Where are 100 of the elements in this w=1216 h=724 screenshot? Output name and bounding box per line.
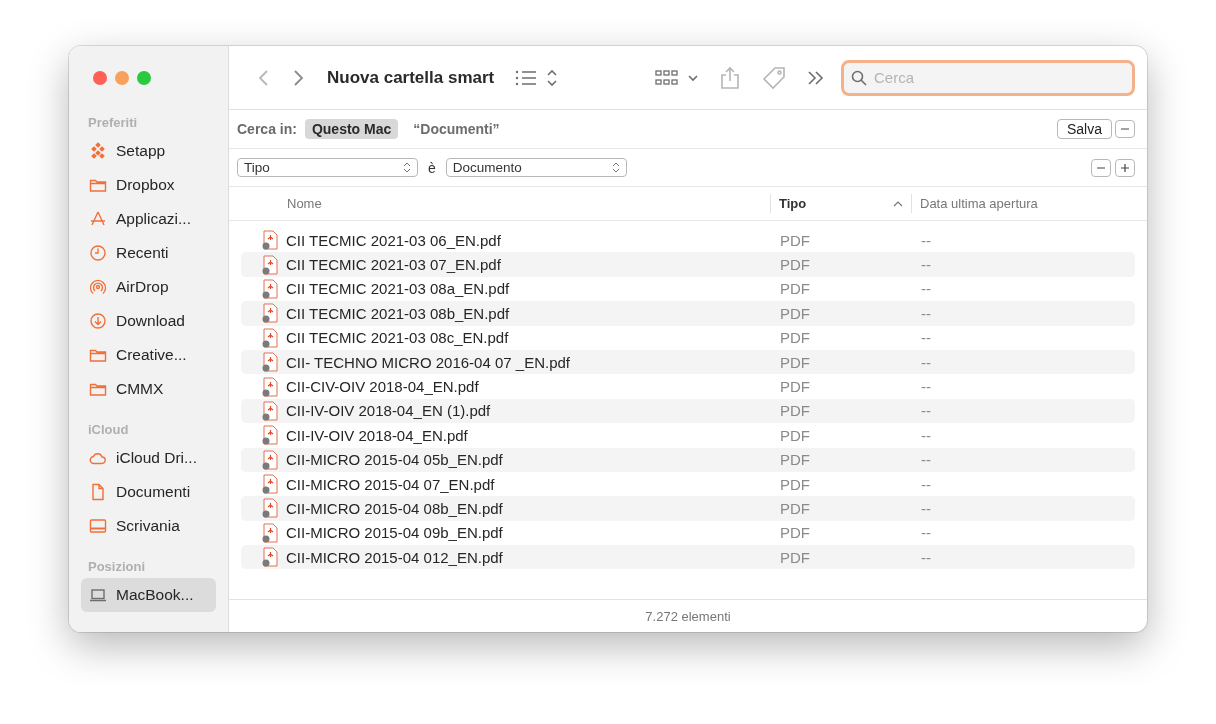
file-type: PDF: [780, 256, 810, 274]
file-name[interactable]: CII TECMIC 2021-03 08b_EN.pdf: [286, 304, 510, 322]
save-button[interactable]: Salva: [1056, 119, 1112, 139]
sidebar-item[interactable]: Scrivania: [81, 509, 216, 543]
sidebar-heading: iCloud: [87, 421, 130, 439]
sidebar-item[interactable]: Setapp: [81, 134, 216, 168]
file-type: PDF: [780, 475, 810, 493]
file-name[interactable]: CII-MICRO 2015-04 012_EN.pdf: [286, 548, 503, 566]
file-type: PDF: [780, 451, 810, 469]
file-name[interactable]: CII TECMIC 2021-03 08a_EN.pdf: [286, 280, 510, 298]
pdf-file-icon: [261, 522, 279, 543]
last-opened-date: --: [921, 329, 931, 347]
app-store-icon: [89, 210, 107, 228]
search-field[interactable]: Cerca: [841, 59, 1135, 96]
sidebar-item[interactable]: Applicazi...: [81, 202, 216, 236]
remove-button[interactable]: [1115, 120, 1135, 138]
back-icon[interactable]: [257, 67, 271, 88]
zoom-button[interactable]: [137, 71, 151, 85]
sidebar-item[interactable]: Documenti: [81, 475, 216, 509]
plus-icon: [1120, 162, 1130, 173]
file-type: PDF: [780, 280, 810, 298]
sidebar-item[interactable]: MacBook...: [81, 578, 216, 612]
column-header[interactable]: Tipo: [771, 194, 912, 213]
file-type: PDF: [780, 402, 810, 420]
pdf-file-icon: [261, 376, 279, 397]
sidebar-item[interactable]: Dropbox: [81, 168, 216, 202]
sidebar-item[interactable]: iCloud Dri...: [81, 441, 216, 475]
last-opened-date: --: [921, 426, 931, 444]
forward-icon[interactable]: [291, 67, 305, 88]
scope-label: Cerca in:: [237, 121, 297, 137]
file-type: PDF: [780, 329, 810, 347]
file-type: PDF: [780, 426, 810, 444]
file-type: PDF: [780, 304, 810, 322]
file-name[interactable]: CII-MICRO 2015-04 08b_EN.pdf: [286, 500, 503, 517]
share-icon[interactable]: [719, 65, 741, 90]
last-opened-date: --: [921, 500, 931, 517]
column-header[interactable]: Data ultima apertura: [912, 187, 1147, 220]
sidebar-item[interactable]: Download: [81, 304, 216, 338]
up-down-arrows-icon: [611, 162, 620, 173]
file-name[interactable]: CII-IV-OIV 2018-04_EN.pdf: [286, 426, 468, 444]
file-name[interactable]: CII-MICRO 2015-04 07_EN.pdf: [286, 475, 495, 493]
scope-option[interactable]: “Documenti”: [406, 119, 507, 139]
scope-option[interactable]: Questo Mac: [304, 119, 399, 139]
item-count: 7.272 elementi: [645, 608, 731, 624]
file-type: PDF: [780, 353, 810, 371]
file-name[interactable]: CII TECMIC 2021-03 06_EN.pdf: [286, 231, 501, 249]
up-down-arrows-icon: [403, 162, 411, 173]
pdf-file-icon: [261, 230, 279, 251]
last-opened-date: --: [921, 280, 931, 298]
file-name[interactable]: CII-MICRO 2015-04 05b_EN.pdf: [286, 451, 503, 469]
diamond-grid-icon: [89, 142, 107, 160]
last-opened-date: --: [921, 548, 931, 566]
last-opened-date: --: [921, 475, 931, 493]
pdf-file-icon: [261, 425, 279, 446]
clock-icon: [89, 244, 107, 262]
minimize-button[interactable]: [115, 71, 129, 85]
file-name[interactable]: CII-IV-OIV 2018-04_EN (1).pdf: [286, 402, 491, 420]
airdrop-icon: [89, 278, 107, 296]
last-opened-date: --: [921, 256, 931, 274]
file-type: PDF: [780, 500, 810, 517]
file-name[interactable]: CII TECMIC 2021-03 08c_EN.pdf: [286, 329, 509, 347]
sidebar-item[interactable]: AirDrop: [81, 270, 216, 304]
tag-icon[interactable]: [761, 65, 787, 90]
file-name[interactable]: CII-CIV-OIV 2018-04_EN.pdf: [286, 378, 479, 396]
file-type: PDF: [780, 524, 810, 542]
column-header[interactable]: Nome: [229, 194, 771, 213]
attribute-dropdown[interactable]: Tipo: [237, 158, 418, 177]
sidebar-item[interactable]: Creative...: [81, 338, 216, 372]
file-name[interactable]: CII-MICRO 2015-04 09b_EN.pdf: [286, 524, 503, 542]
pdf-file-icon: [261, 474, 279, 495]
search-icon: [851, 69, 867, 86]
last-opened-date: --: [921, 304, 931, 322]
download-icon: [89, 312, 107, 330]
more-icon[interactable]: [807, 69, 825, 86]
file-name[interactable]: CII- TECHNO MICRO 2016-04 07 _EN.pdf: [286, 353, 570, 371]
group-icon[interactable]: [655, 67, 699, 88]
sort-ascending-icon: [893, 199, 903, 208]
pdf-file-icon: [261, 327, 279, 348]
close-button[interactable]: [93, 71, 107, 85]
operator-label: è: [428, 159, 436, 176]
file-type: PDF: [780, 378, 810, 396]
remove-rule-button[interactable]: [1091, 158, 1111, 177]
sidebar-item[interactable]: Recenti: [81, 236, 216, 270]
value-dropdown[interactable]: Documento: [445, 158, 627, 177]
file-name[interactable]: CII TECMIC 2021-03 07_EN.pdf: [286, 256, 501, 274]
last-opened-date: --: [921, 402, 931, 420]
sidebar-item[interactable]: CMMX: [81, 372, 216, 406]
document-icon: [89, 483, 107, 501]
add-rule-button[interactable]: [1115, 158, 1135, 177]
last-opened-date: --: [921, 451, 931, 469]
desktop-icon: [89, 517, 107, 535]
laptop-icon: [89, 586, 107, 604]
pdf-file-icon: [261, 278, 279, 299]
file-type: PDF: [780, 548, 810, 566]
sidebar-heading: Posizioni: [87, 558, 147, 576]
last-opened-date: --: [921, 378, 931, 396]
last-opened-date: --: [921, 353, 931, 371]
last-opened-date: --: [921, 524, 931, 542]
sidebar-heading: Preferiti: [87, 114, 139, 132]
file-type: PDF: [780, 231, 810, 249]
